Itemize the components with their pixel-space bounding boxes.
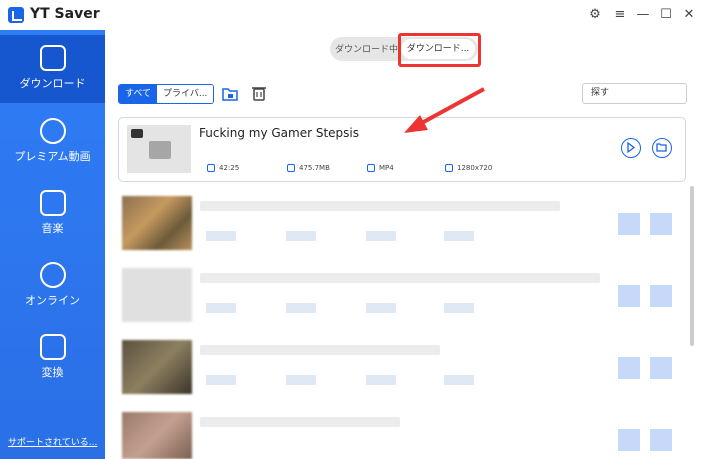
resolution: 1280x720 xyxy=(445,164,492,172)
downloading-tab[interactable]: ダウンロード中 xyxy=(335,42,398,55)
resolution-value: 1280x720 xyxy=(457,164,493,172)
sidebar-item-label: 音楽 xyxy=(41,222,64,235)
minimize-button[interactable]: — xyxy=(633,5,653,25)
support-link[interactable]: サポートされている... xyxy=(8,435,97,448)
open-folder-button[interactable] xyxy=(650,429,672,451)
sidebar-item-online[interactable]: オンライン xyxy=(0,252,105,320)
app-title: YT Saver xyxy=(30,6,100,22)
title-bar: YT Saver ⚙ ≡ — ☐ ✕ xyxy=(0,0,701,30)
file-size: 475.7MB xyxy=(287,164,330,172)
blurred-meta xyxy=(286,375,316,385)
size-value: 475.7MB xyxy=(299,164,330,172)
menu-icon[interactable]: ≡ xyxy=(610,5,630,25)
globe-icon xyxy=(40,262,66,288)
convert-icon xyxy=(40,334,66,360)
blurred-meta xyxy=(444,303,474,313)
clapperboard-icon xyxy=(149,141,171,159)
sidebar-item-music[interactable]: 音楽 xyxy=(0,180,105,248)
sidebar-item-label: ダウンロード xyxy=(19,77,86,90)
folder-icon xyxy=(656,143,667,152)
video-thumbnail xyxy=(122,268,192,322)
sidebar-item-label: 変換 xyxy=(41,366,64,379)
open-folder-button[interactable] xyxy=(650,357,672,379)
video-title: Fucking my Gamer Stepsis xyxy=(199,126,360,140)
open-folder-button[interactable] xyxy=(650,285,672,307)
list-item[interactable]: Fucking my Gamer Stepsis 42:25 475.7MB M… xyxy=(118,117,686,182)
blurred-title xyxy=(200,417,400,427)
format: MP4 xyxy=(367,164,394,172)
blurred-meta xyxy=(206,303,236,313)
sidebar-item-label: オンライン xyxy=(25,294,80,307)
trash-icon[interactable] xyxy=(250,84,268,102)
highlight-box xyxy=(398,33,481,67)
blurred-meta xyxy=(366,303,396,313)
duration: 42:25 xyxy=(207,164,239,172)
storage-icon xyxy=(287,164,295,172)
scrollbar[interactable] xyxy=(690,186,694,346)
sidebar-item-convert[interactable]: 変換 xyxy=(0,324,105,392)
blurred-title xyxy=(200,345,440,355)
play-icon xyxy=(40,118,66,144)
play-button[interactable] xyxy=(621,138,641,158)
play-button[interactable] xyxy=(618,285,640,307)
play-button[interactable] xyxy=(618,213,640,235)
list-item[interactable] xyxy=(118,407,686,459)
download-icon xyxy=(40,45,66,71)
blurred-meta xyxy=(366,375,396,385)
blurred-meta xyxy=(206,231,236,241)
play-icon xyxy=(627,141,636,154)
play-button[interactable] xyxy=(618,357,640,379)
blurred-meta xyxy=(444,231,474,241)
video-thumbnail xyxy=(122,196,192,250)
list-item[interactable] xyxy=(118,191,686,257)
blurred-meta xyxy=(286,231,316,241)
tab-private[interactable]: プライバ... xyxy=(157,85,214,103)
filter-tabs: すべて プライバ... xyxy=(118,84,215,104)
close-button[interactable]: ✕ xyxy=(679,5,699,25)
music-icon xyxy=(40,190,66,216)
blurred-title xyxy=(200,273,600,283)
sidebar-item-label: プレミアム動画 xyxy=(14,150,91,163)
file-icon xyxy=(367,164,375,172)
app-logo-icon xyxy=(8,7,24,23)
video-thumbnail xyxy=(127,125,191,173)
format-value: MP4 xyxy=(379,164,394,172)
list-item[interactable] xyxy=(118,263,686,329)
open-folder-button[interactable] xyxy=(652,138,672,158)
monitor-icon xyxy=(445,164,453,172)
play-button[interactable] xyxy=(618,429,640,451)
sidebar: ダウンロード プレミアム動画 音楽 オンライン 変換 サポートされている... xyxy=(0,30,105,459)
blurred-meta xyxy=(286,303,316,313)
blurred-title xyxy=(200,201,560,211)
video-thumbnail xyxy=(122,340,192,394)
tab-all[interactable]: すべて xyxy=(119,85,158,103)
sidebar-item-download[interactable]: ダウンロード xyxy=(0,35,105,103)
clock-icon xyxy=(207,164,215,172)
maximize-button[interactable]: ☐ xyxy=(656,5,676,25)
open-folder-button[interactable] xyxy=(650,213,672,235)
search-input[interactable]: 探す xyxy=(582,83,687,104)
blurred-meta xyxy=(366,231,396,241)
sidebar-item-premium-video[interactable]: プレミアム動画 xyxy=(0,108,105,176)
settings-icon[interactable]: ⚙ xyxy=(585,5,605,25)
blurred-meta xyxy=(206,375,236,385)
duration-value: 42:25 xyxy=(219,164,240,172)
lock-folder-icon[interactable] xyxy=(221,84,239,102)
blurred-meta xyxy=(444,375,474,385)
list-item[interactable] xyxy=(118,335,686,401)
video-thumbnail xyxy=(122,412,192,459)
camera-icon xyxy=(131,129,143,138)
